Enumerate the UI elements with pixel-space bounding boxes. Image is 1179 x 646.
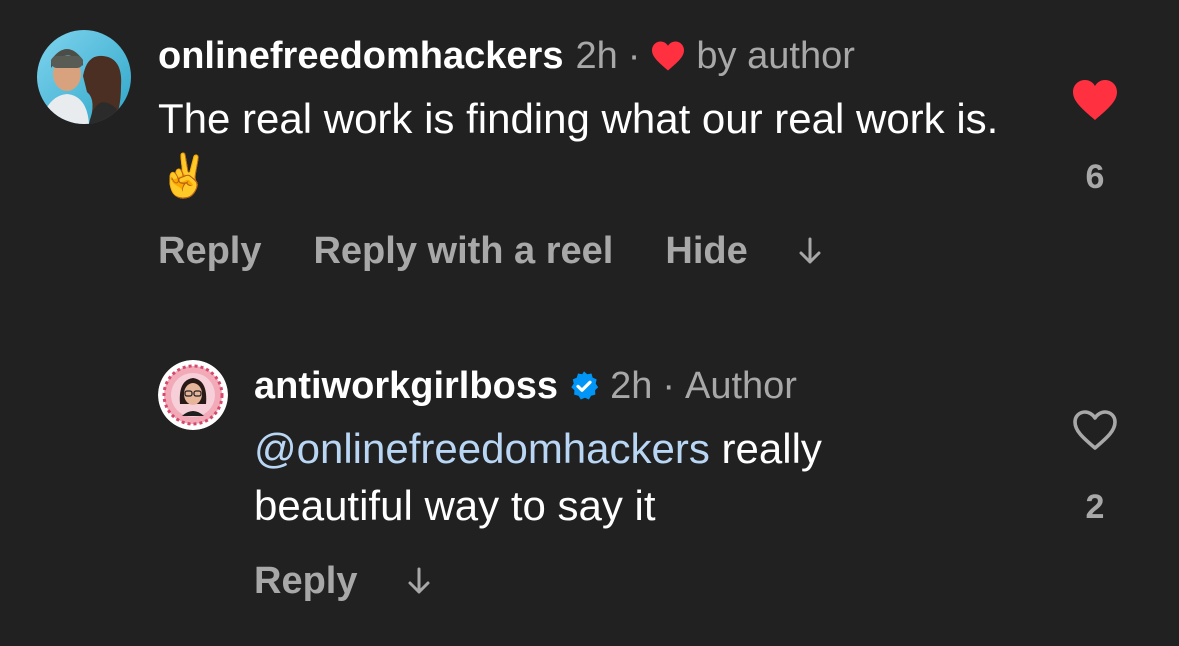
victory-hand-emoji: ✌️: [158, 151, 211, 200]
heart-filled-icon: [1070, 80, 1120, 126]
username[interactable]: antiworkgirlboss: [254, 364, 558, 408]
like-button[interactable]: [1065, 408, 1125, 457]
comment-actions: Reply Reply with a reel Hide: [158, 228, 876, 274]
reply-header: antiworkgirlboss 2h · Author: [254, 364, 797, 408]
like-count: 2: [1085, 488, 1105, 526]
like-button[interactable]: [1065, 78, 1125, 127]
arrow-down-icon[interactable]: [405, 565, 433, 597]
reply-body-line2: beautiful way to say it: [254, 482, 656, 529]
comment-body: The real work is finding what our real w…: [158, 95, 999, 142]
separator: ·: [627, 35, 641, 77]
verified-badge-icon: [568, 370, 600, 402]
reply-button[interactable]: Reply: [158, 230, 261, 273]
liked-by-author: by author: [696, 35, 855, 77]
reply-with-reel-button[interactable]: Reply with a reel: [313, 230, 613, 273]
comment-text: The real work is finding what our real w…: [158, 90, 1028, 204]
heart-outline-icon: [1070, 410, 1120, 456]
mention-link[interactable]: @onlinefreedomhackers: [254, 425, 710, 472]
comment-header: onlinefreedomhackers 2h · by author: [158, 34, 855, 78]
reply-button[interactable]: Reply: [254, 560, 357, 603]
hide-button[interactable]: Hide: [665, 230, 747, 273]
avatar[interactable]: [158, 360, 228, 430]
reply-actions: Reply: [254, 558, 485, 604]
timestamp: 2h: [610, 365, 653, 407]
avatar[interactable]: [37, 30, 131, 124]
author-label: Author: [685, 365, 797, 407]
reply-body-line1: really: [709, 425, 822, 472]
reply-text: @onlinefreedomhackers really beautiful w…: [254, 420, 1034, 534]
reply-item: antiworkgirlboss 2h · Author @onlinefree…: [0, 330, 1179, 646]
comment-item: onlinefreedomhackers 2h · by author The …: [0, 0, 1179, 300]
like-count: 6: [1085, 158, 1105, 196]
separator: ·: [662, 365, 675, 407]
timestamp: 2h: [575, 35, 618, 77]
username[interactable]: onlinefreedomhackers: [158, 34, 563, 78]
arrow-down-icon[interactable]: [796, 235, 824, 267]
heart-icon: [650, 40, 686, 72]
